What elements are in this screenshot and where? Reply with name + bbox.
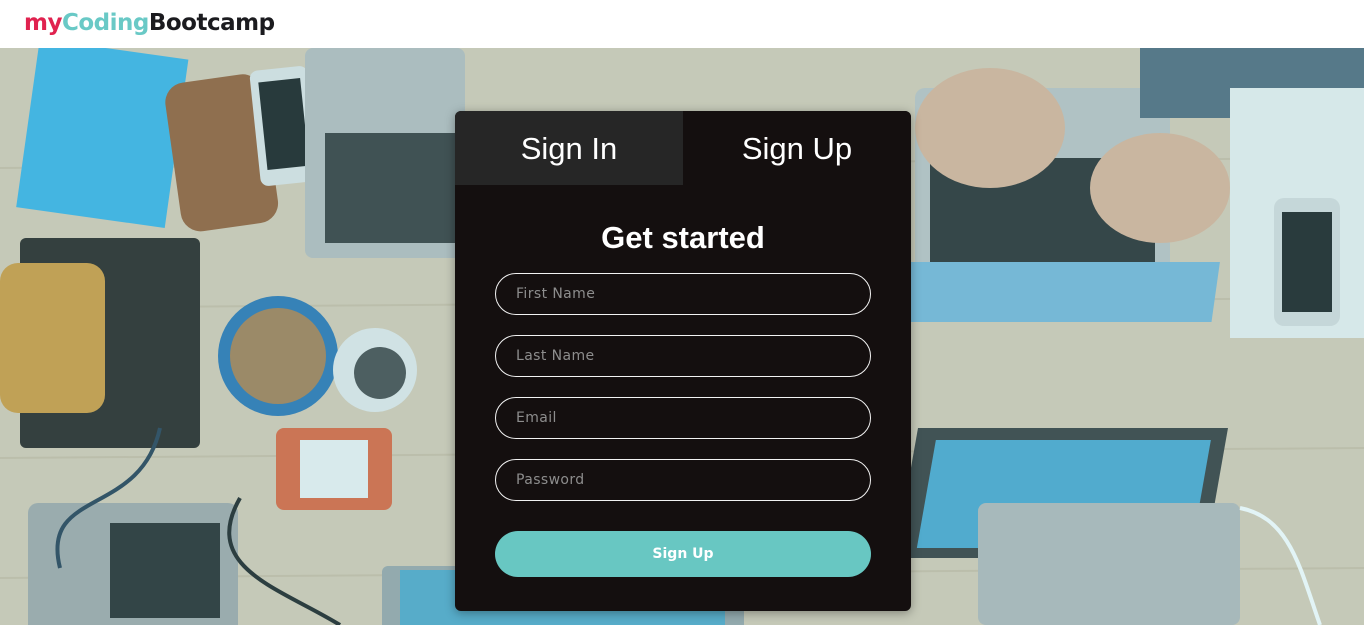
tab-sign-in[interactable]: Sign In [455,111,683,185]
first-name-input[interactable] [495,273,871,315]
last-name-input[interactable] [495,335,871,377]
brand-logo-part-bootcamp: Bootcamp [148,10,275,36]
brand-logo-part-coding: Coding [61,10,149,36]
tab-sign-up[interactable]: Sign Up [683,111,911,185]
top-navbar: myCodingBootcamp [0,0,1364,48]
brand-logo[interactable]: myCodingBootcamp [24,8,275,38]
hero-background: Sign In Sign Up Get started Sign Up [0,48,1364,625]
form-heading: Get started [601,220,765,255]
email-input[interactable] [495,397,871,439]
auth-card: Sign In Sign Up Get started Sign Up [455,111,911,611]
password-input[interactable] [495,459,871,501]
sign-up-button[interactable]: Sign Up [495,531,871,577]
brand-logo-part-my: my [24,10,62,36]
